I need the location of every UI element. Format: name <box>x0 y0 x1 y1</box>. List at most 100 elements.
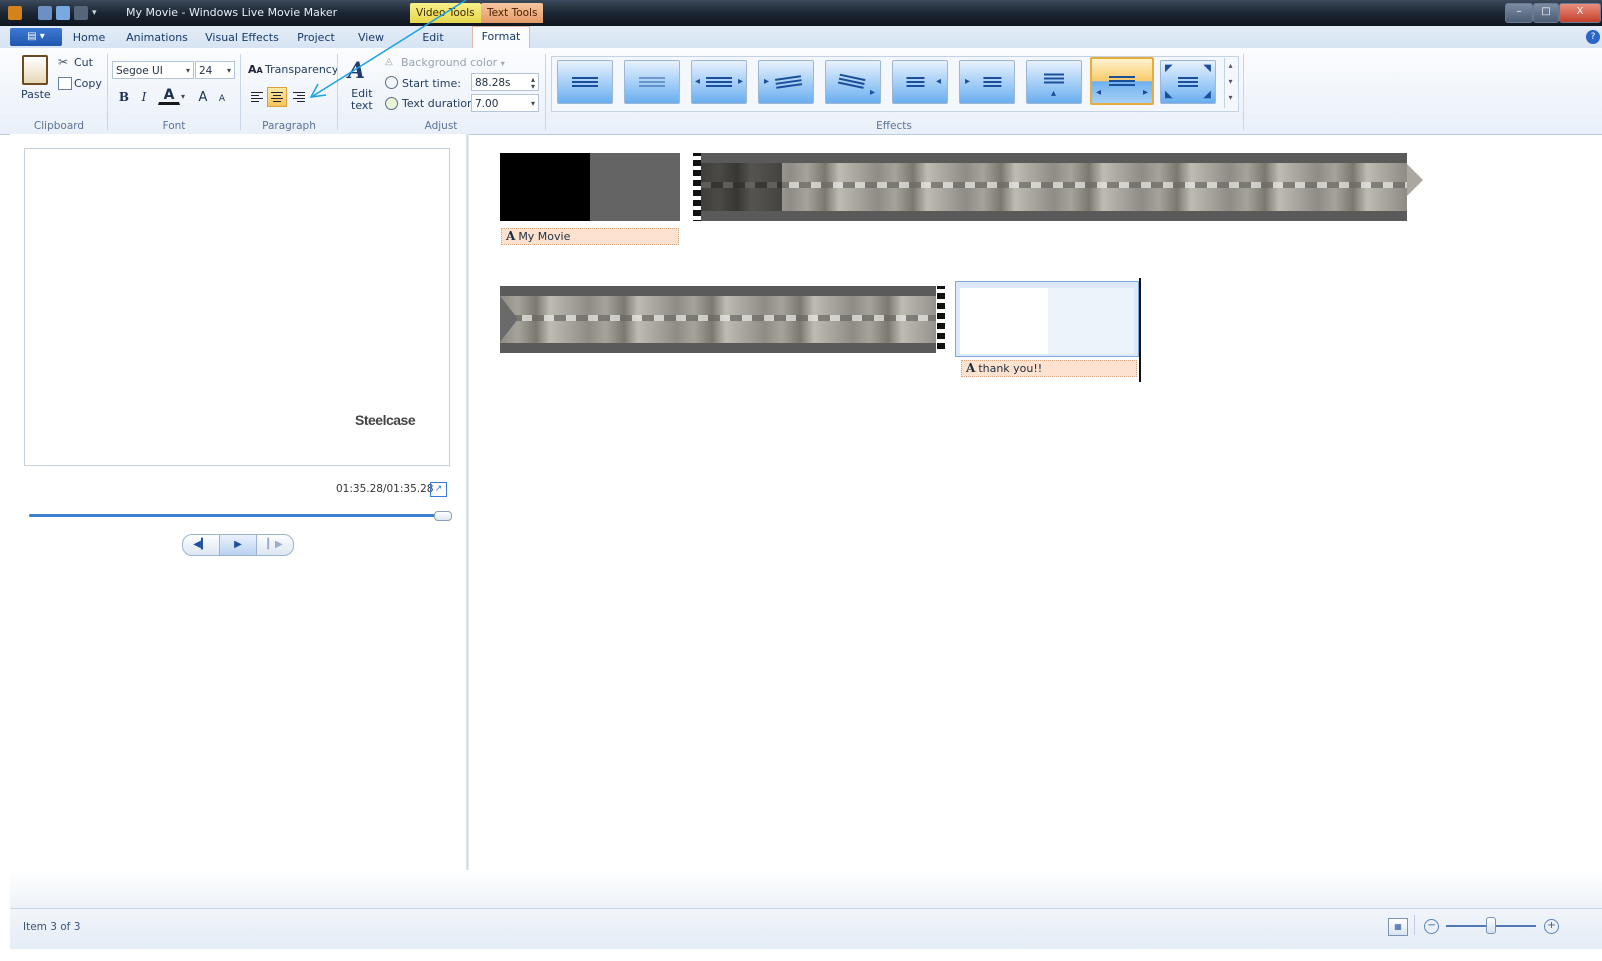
undo-icon[interactable] <box>56 6 70 20</box>
font-color-button[interactable]: A <box>158 86 180 105</box>
chevron-down-icon: ▾ <box>500 59 505 68</box>
caption-text: My Movie <box>518 230 571 243</box>
pane-splitter[interactable] <box>466 134 469 904</box>
thumbnail-size-icon[interactable]: ▦ <box>1388 918 1408 936</box>
effect-zoom-out[interactable]: ◂ ▸ <box>691 60 747 104</box>
effect-fly-in[interactable]: ▸ <box>758 60 814 104</box>
chevron-down-icon[interactable]: ▾ <box>181 92 185 101</box>
group-separator <box>107 54 108 130</box>
minimize-button[interactable]: – <box>1505 3 1533 23</box>
tab-home[interactable]: Home <box>68 28 110 48</box>
spinner-icon[interactable]: ▴ ▾ <box>531 76 535 91</box>
help-icon[interactable]: ? <box>1586 30 1600 44</box>
tab-project[interactable]: Project <box>292 28 340 48</box>
window-title: My Movie - Windows Live Movie Maker <box>126 6 338 19</box>
title-clip-gray[interactable] <box>590 153 680 221</box>
paste-icon[interactable] <box>22 55 48 85</box>
shrink-font-button[interactable]: A <box>214 89 230 109</box>
edit-text-button[interactable]: Edit text <box>351 88 373 112</box>
context-tab-text-tools: Text Tools <box>481 3 544 23</box>
next-frame-button[interactable]: ▎▶ <box>257 535 293 555</box>
align-center-icon <box>271 90 283 104</box>
group-label-font: Font <box>162 120 186 132</box>
playhead[interactable] <box>1139 278 1141 382</box>
copy-button[interactable]: Copy <box>74 77 102 90</box>
paste-button[interactable]: Paste <box>21 88 51 101</box>
effect-explode[interactable]: ◤ ◥ ◣ ◢ <box>1160 60 1216 104</box>
playback-controls: ◀▎ ▶ ▎▶ <box>182 534 294 556</box>
effect-swing[interactable]: ▸ <box>825 60 881 104</box>
start-time-value: 88.28s <box>475 77 511 89</box>
align-right-icon <box>293 90 305 104</box>
gallery-scroll[interactable]: ▴ ▾ ▾ <box>1224 58 1236 108</box>
storyboard-bottom <box>10 870 1602 908</box>
align-center-button[interactable] <box>267 87 287 107</box>
transparency-button[interactable]: Transparency <box>265 63 338 76</box>
app-icon <box>8 6 22 20</box>
tab-edit[interactable]: Edit <box>414 28 452 48</box>
caption-thank-you[interactable]: Athank you!! <box>961 360 1137 377</box>
effect-none[interactable] <box>557 60 613 104</box>
chevron-down-icon: ▾ <box>530 99 535 108</box>
group-label-adjust: Adjust <box>424 120 458 132</box>
text-duration-value: 7.00 <box>475 98 499 110</box>
background-color-button: Background color ▾ <box>401 56 505 69</box>
clip-start-notch <box>500 296 518 342</box>
transparency-icon: AA <box>248 63 263 76</box>
tab-view[interactable]: View <box>352 28 390 48</box>
effect-fade[interactable] <box>624 60 680 104</box>
duration-icon <box>385 97 398 110</box>
start-time-stepper[interactable]: 88.28s ▴ ▾ <box>471 73 539 91</box>
group-separator <box>1243 54 1244 130</box>
align-left-button[interactable] <box>247 87 267 107</box>
close-button[interactable]: X <box>1559 3 1601 23</box>
video-clip-1[interactable] <box>701 153 1407 221</box>
app-menu-button[interactable]: ▤ ▾ <box>10 28 62 46</box>
group-label-paragraph: Paragraph <box>262 120 316 132</box>
cut-button[interactable]: Cut <box>74 56 93 69</box>
chevron-down-icon: ▾ <box>185 66 190 75</box>
title-bar: ▾ My Movie - Windows Live Movie Maker <box>0 0 1602 26</box>
tab-format[interactable]: Format <box>472 26 530 48</box>
align-right-button[interactable] <box>289 87 309 107</box>
thank-you-clip-selected[interactable] <box>955 281 1139 357</box>
film-sprocket <box>693 153 701 221</box>
redo-icon[interactable] <box>74 6 88 20</box>
tab-animations[interactable]: Animations <box>122 28 192 48</box>
zoom-thumb[interactable] <box>1486 917 1496 934</box>
seek-thumb[interactable] <box>434 511 452 521</box>
copy-icon <box>58 77 72 90</box>
zoom-out-icon[interactable]: − <box>1424 919 1439 934</box>
background-color-label: Background color <box>401 56 498 69</box>
group-separator <box>545 54 546 130</box>
bold-button[interactable]: B <box>114 87 134 107</box>
tab-visual-effects[interactable]: Visual Effects <box>202 28 282 48</box>
effect-slide-right[interactable]: ▸ <box>959 60 1015 104</box>
font-size-combo[interactable]: 24 ▾ <box>195 61 235 79</box>
previous-frame-button[interactable]: ◀▎ <box>183 535 219 555</box>
play-button[interactable]: ▶ <box>219 535 257 555</box>
save-icon[interactable] <box>38 6 52 20</box>
timecode: 01:35.28/01:35.28 <box>336 483 434 495</box>
status-separator <box>1414 915 1415 935</box>
scissors-icon: ✂ <box>58 55 69 69</box>
quick-access-toolbar: ▾ <box>8 5 97 21</box>
popout-icon[interactable]: ↗ <box>430 482 447 497</box>
zoom-in-icon[interactable]: + <box>1544 919 1559 934</box>
text-duration-combo[interactable]: 7.00 ▾ <box>471 94 539 112</box>
effect-rise[interactable]: ▴ <box>1026 60 1082 104</box>
thank-you-frame-2 <box>1048 288 1134 354</box>
customize-qat-icon[interactable]: ▾ <box>92 8 97 18</box>
background-color-icon: ◬ <box>385 56 393 67</box>
seek-bar[interactable] <box>29 514 441 517</box>
grow-font-button[interactable]: A <box>194 87 212 107</box>
status-bar <box>10 908 1602 949</box>
effect-stretch-selected[interactable]: ◂ ▸ <box>1090 57 1154 105</box>
maximize-button[interactable]: □ <box>1533 3 1559 23</box>
italic-button[interactable]: I <box>134 87 154 107</box>
font-family-combo[interactable]: Segoe UI ▾ <box>112 61 194 79</box>
video-clip-2[interactable] <box>500 286 936 353</box>
title-clip-black[interactable] <box>500 153 590 221</box>
caption-my-movie[interactable]: A My Movie <box>501 228 679 245</box>
effect-slide-left[interactable]: ◂ <box>892 60 948 104</box>
